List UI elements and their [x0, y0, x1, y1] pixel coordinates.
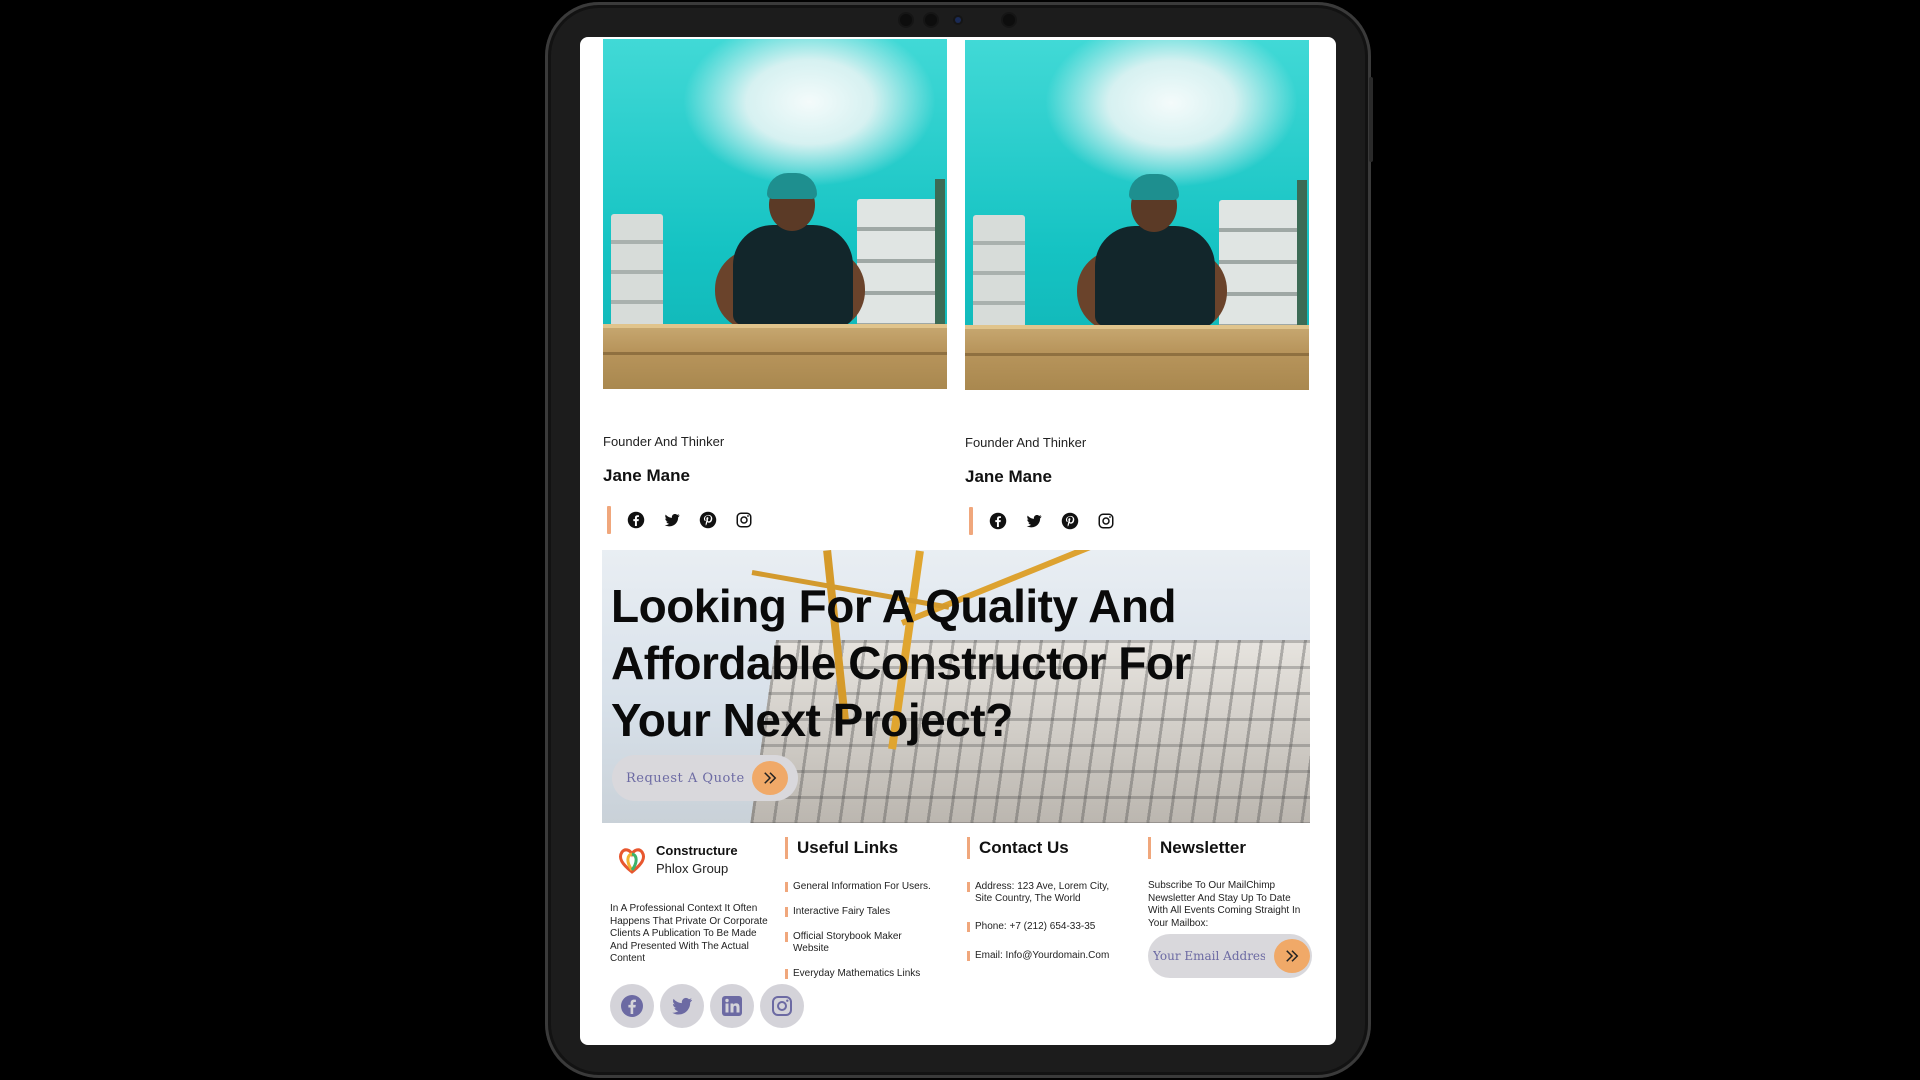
- team-photo: [603, 39, 947, 389]
- twitter-button[interactable]: [660, 984, 704, 1028]
- newsletter-title: Newsletter: [1148, 837, 1312, 859]
- team-name: Jane Mane: [965, 467, 1052, 486]
- newsletter-form: [1148, 934, 1312, 978]
- team-card: Founder And Thinker Jane Mane: [965, 40, 1309, 535]
- twitter-icon[interactable]: [661, 509, 683, 531]
- subscribe-button[interactable]: [1274, 939, 1310, 973]
- contact-address: Address: 123 Ave, Lorem City, Site Count…: [967, 881, 1125, 905]
- contact-title: Contact Us: [967, 837, 1127, 859]
- logo-icon: [618, 847, 646, 874]
- facebook-icon: [621, 995, 643, 1017]
- footer-link[interactable]: Official Storybook Maker Website: [785, 931, 913, 955]
- useful-links-column: Useful Links General Information For Use…: [785, 837, 945, 980]
- newsletter-text: Subscribe To Our MailChimp Newsletter An…: [1148, 880, 1301, 929]
- cta-heading: Looking For A Quality And Affordable Con…: [611, 580, 1191, 746]
- contact-phone[interactable]: Phone: +7 (212) 654-33-35: [967, 921, 1127, 933]
- facebook-icon[interactable]: [987, 510, 1009, 532]
- team-role: Founder And Thinker: [603, 434, 725, 449]
- contact-email[interactable]: Email: Info@Yourdomain.Com: [967, 950, 1127, 962]
- team-role: Founder And Thinker: [965, 435, 1087, 450]
- pinterest-icon[interactable]: [697, 509, 719, 531]
- footer-link[interactable]: General Information For Users.: [785, 881, 945, 893]
- twitter-icon[interactable]: [1023, 510, 1045, 532]
- linkedin-button[interactable]: [710, 984, 754, 1028]
- instagram-icon: [772, 996, 792, 1016]
- team-card: Founder And Thinker Jane Mane: [603, 39, 947, 534]
- useful-links-title: Useful Links: [785, 837, 945, 859]
- team-social-links: [965, 507, 1309, 535]
- team-photo: [965, 40, 1309, 390]
- facebook-button[interactable]: [610, 984, 654, 1028]
- double-chevron-right-icon: [752, 761, 788, 795]
- tablet-frame: Founder And Thinker Jane Mane Founder An…: [545, 2, 1373, 1078]
- brand-name: Constructure: [656, 843, 738, 858]
- team-social-links: [603, 506, 947, 534]
- instagram-icon[interactable]: [733, 509, 755, 531]
- contact-column: Contact Us Address: 123 Ave, Lorem City,…: [967, 837, 1127, 962]
- pinterest-icon[interactable]: [1059, 510, 1081, 532]
- double-chevron-right-icon: [1286, 950, 1299, 962]
- cta-banner: Looking For A Quality And Affordable Con…: [602, 550, 1310, 823]
- twitter-icon: [672, 997, 692, 1015]
- linkedin-icon: [722, 996, 742, 1016]
- brand-subtitle: Phlox Group: [656, 861, 729, 876]
- camera-dot: [1003, 14, 1015, 26]
- newsletter-column: Newsletter Subscribe To Our MailChimp Ne…: [1148, 837, 1312, 987]
- facebook-icon[interactable]: [625, 509, 647, 531]
- email-input[interactable]: [1151, 948, 1267, 964]
- request-quote-button[interactable]: Request A Quote: [612, 755, 798, 801]
- instagram-button[interactable]: [760, 984, 804, 1028]
- tablet-side-button: [1369, 122, 1373, 162]
- footer-link[interactable]: Everyday Mathematics Links: [785, 968, 945, 980]
- site-footer: Constructure Phlox Group In A Profession…: [602, 823, 1312, 1045]
- instagram-icon[interactable]: [1095, 510, 1117, 532]
- request-quote-label: Request A Quote: [626, 770, 745, 786]
- footer-link[interactable]: Interactive Fairy Tales: [785, 906, 945, 918]
- camera-dot: [900, 14, 912, 26]
- camera-dot: [955, 17, 961, 23]
- camera-dot: [925, 14, 937, 26]
- tablet-side-button: [1369, 77, 1373, 127]
- screen: Founder And Thinker Jane Mane Founder An…: [580, 37, 1336, 1045]
- about-text: In A Professional Context It Often Happe…: [610, 903, 768, 964]
- team-name: Jane Mane: [603, 466, 690, 485]
- brand[interactable]: Constructure Phlox Group: [616, 843, 738, 876]
